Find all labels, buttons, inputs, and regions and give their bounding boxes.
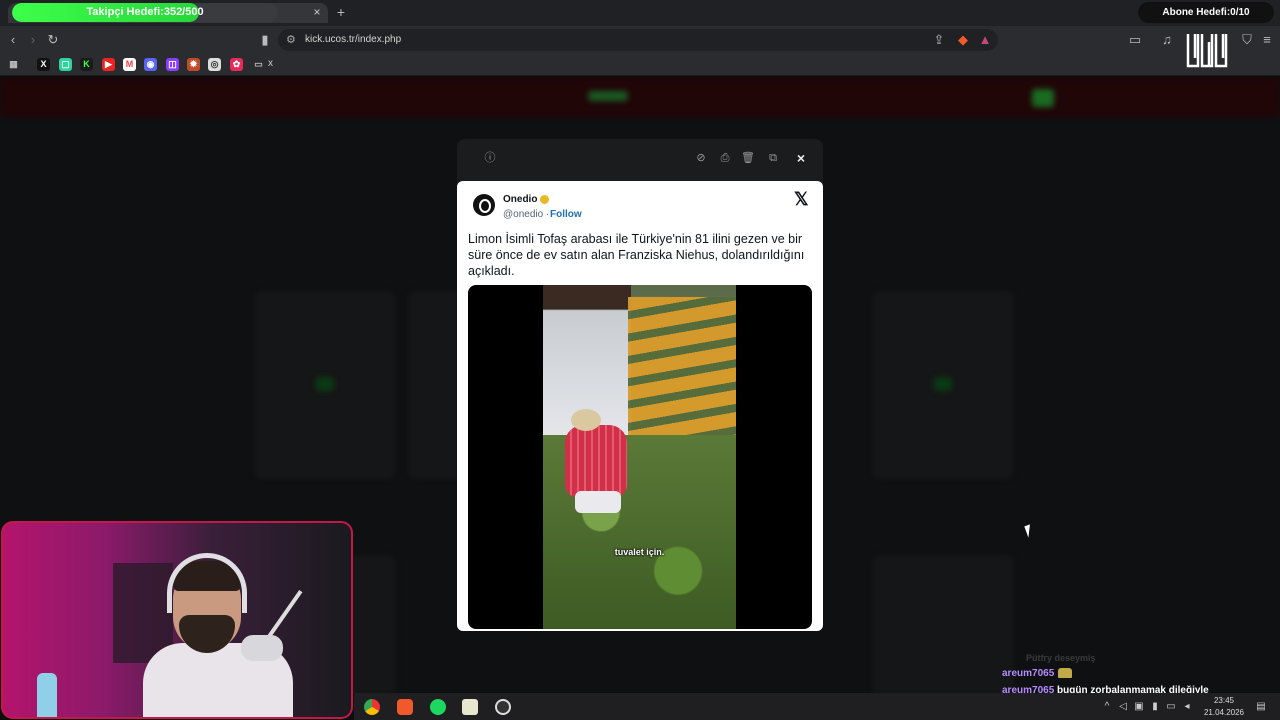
bookmark-chatgpt-icon[interactable]: ◎ xyxy=(208,58,221,71)
webcam-overlay xyxy=(1,521,353,719)
camera-icon[interactable]: ▣ xyxy=(1134,702,1144,712)
verified-badge-icon xyxy=(540,195,549,204)
video-scene-hair xyxy=(571,409,601,431)
blurred-card xyxy=(872,555,1014,693)
reload-icon[interactable]: ↻ xyxy=(46,33,60,47)
video-scene-fence xyxy=(628,297,736,447)
handle-separator: · xyxy=(543,209,550,220)
tweet-modal: ⓘ ⊘ ⎙ 🗑 ⧉ × Onedio @onedio · Follow 𝕏 Li… xyxy=(457,139,823,631)
url-text[interactable]: kick.ucos.tr/index.php xyxy=(305,34,401,45)
browser-tab-bar: Takipçi Hedefi:352/500 × + Abone Hedefi:… xyxy=(0,0,1280,26)
chat-username: areum7065 xyxy=(1002,668,1055,679)
chat-faded-line: Pütfry deseymiş xyxy=(1026,653,1096,663)
delete-icon[interactable]: 🗑 xyxy=(741,151,755,165)
address-bar[interactable]: ⚙ kick.ucos.tr/index.php ⇪ ◆ ▲ xyxy=(278,29,998,51)
vpn-icon[interactable]: ⛉ xyxy=(1240,33,1254,47)
blurred-indicator xyxy=(934,377,952,391)
notifications-icon[interactable]: ▤ xyxy=(1254,702,1268,712)
tweet-video[interactable]: tuvalet için. xyxy=(468,285,812,629)
bookmark-twitch-icon[interactable]: ◫ xyxy=(166,58,179,71)
follower-goal-progress: Takipçi Hedefi:352/500 xyxy=(12,3,278,22)
clock-date[interactable]: 21.04.2026 xyxy=(1202,708,1246,717)
tray-chevron-icon[interactable]: ^ xyxy=(1102,702,1112,712)
forward-icon[interactable]: › xyxy=(26,33,40,47)
bookmark-folder-label[interactable]: x xyxy=(268,58,273,69)
chat-emote-icon xyxy=(1058,668,1073,679)
bookmark-pink-icon[interactable]: ✿ xyxy=(230,58,243,71)
media-icon[interactable]: ♫ xyxy=(1160,33,1174,47)
obs-icon[interactable] xyxy=(495,699,511,715)
video-caption: tuvalet için. xyxy=(614,547,665,557)
site-settings-icon[interactable]: ⚙ xyxy=(286,33,296,46)
video-scene-legs xyxy=(575,491,621,513)
open-external-icon[interactable]: ⧉ xyxy=(766,151,780,165)
follow-link[interactable]: Follow xyxy=(550,209,582,220)
apps-grid-icon[interactable]: ▦ xyxy=(7,58,20,71)
volume-icon[interactable]: ◁ xyxy=(1118,702,1128,712)
video-frame[interactable]: tuvalet için. xyxy=(543,285,736,629)
microphone-icon xyxy=(241,635,283,661)
mic-tray-icon[interactable]: ▮ xyxy=(1150,702,1160,712)
spotify-icon[interactable] xyxy=(430,699,446,715)
info-icon[interactable]: ⓘ xyxy=(483,151,497,165)
webcam-bottle xyxy=(37,673,57,717)
blurred-indicator xyxy=(588,91,628,101)
stream-logo xyxy=(1186,34,1228,68)
chat-message: areum7065 xyxy=(1002,668,1073,679)
blurred-indicator xyxy=(1032,89,1054,107)
avatar[interactable] xyxy=(473,194,495,216)
file-icon[interactable] xyxy=(462,699,478,715)
bookmarks-bar: ▦ X ▢ K ▶ M ◉ ◫ ✹ ◎ ✿ ▭ x xyxy=(0,54,1280,76)
chrome-icon[interactable] xyxy=(364,699,380,715)
save-icon[interactable]: ⎙ xyxy=(718,151,732,165)
bookmark-icon[interactable]: ▮ xyxy=(258,33,272,47)
brave-rewards-icon[interactable]: ▲ xyxy=(978,33,992,47)
bookmark-gmail-icon[interactable]: M xyxy=(123,58,136,71)
bookmark-x-icon[interactable]: X xyxy=(37,58,50,71)
bookmark-app-icon[interactable]: ▢ xyxy=(59,58,72,71)
tab-close-button[interactable]: × xyxy=(310,5,324,19)
page-header-blurred xyxy=(0,77,1280,117)
video-scene-person xyxy=(565,425,627,497)
tweet-author-handle: @onedio · xyxy=(503,209,549,220)
handle-text: @onedio xyxy=(503,209,544,220)
follower-goal-label: Takipçi Hedefi:352/500 xyxy=(86,6,204,18)
tweet-text: Limon İsimli Tofaş arabası ile Türkiye'n… xyxy=(468,232,805,278)
speaker-icon[interactable]: ◂ xyxy=(1182,702,1192,712)
blurred-indicator xyxy=(316,377,334,391)
tweet-author-name[interactable]: Onedio xyxy=(503,194,537,205)
brave-shield-icon[interactable]: ◆ xyxy=(956,33,970,47)
subscriber-goal-badge: Abone Hedefi:0/10 xyxy=(1138,2,1274,23)
back-icon[interactable]: ‹ xyxy=(6,33,20,47)
network-icon[interactable]: ▭ xyxy=(1166,702,1176,712)
sidebar-icon[interactable]: ▭ xyxy=(1128,33,1142,47)
menu-icon[interactable]: ≡ xyxy=(1260,33,1274,47)
bookmark-youtube-icon[interactable]: ▶ xyxy=(102,58,115,71)
bookmark-sun-icon[interactable]: ✹ xyxy=(187,58,200,71)
modal-header: ⓘ ⊘ ⎙ 🗑 ⧉ × xyxy=(457,139,823,179)
new-tab-button[interactable]: + xyxy=(334,4,348,20)
block-icon[interactable]: ⊘ xyxy=(694,151,708,165)
bookmark-kick-icon[interactable]: K xyxy=(80,58,93,71)
clock-time[interactable]: 23:45 xyxy=(1204,696,1244,705)
share-icon[interactable]: ⇪ xyxy=(932,33,946,47)
headset-icon xyxy=(167,553,247,613)
modal-close-button[interactable]: × xyxy=(794,151,808,165)
tweet-embed: Onedio @onedio · Follow 𝕏 Limon İsimli T… xyxy=(457,181,823,631)
bookmark-discord-icon[interactable]: ◉ xyxy=(144,58,157,71)
x-logo-icon[interactable]: 𝕏 xyxy=(794,190,812,208)
browser-toolbar: ‹ › ↻ ▮ ⚙ kick.ucos.tr/index.php ⇪ ◆ ▲ ▭… xyxy=(0,26,1280,54)
brave-icon[interactable] xyxy=(397,699,413,715)
bookmark-folder-icon[interactable]: ▭ xyxy=(252,58,265,71)
